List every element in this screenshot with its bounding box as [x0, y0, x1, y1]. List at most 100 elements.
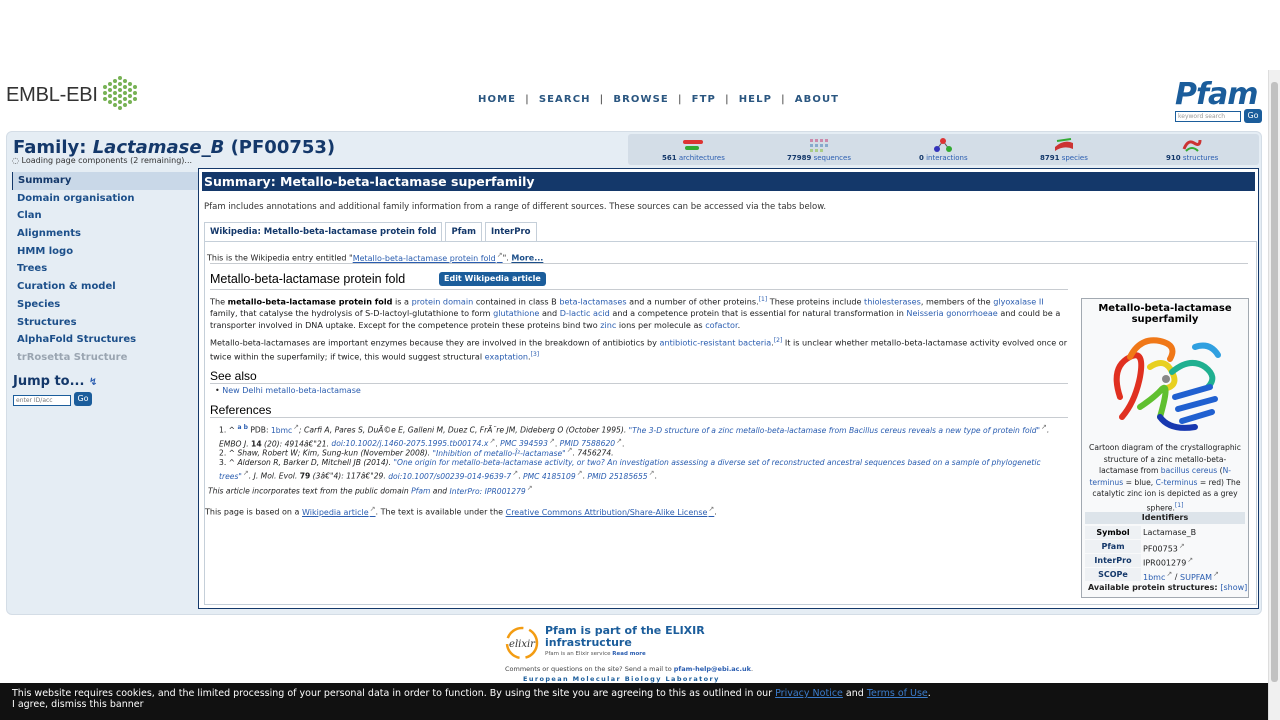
text: Comments or questions on the site? Send …: [505, 665, 674, 673]
jump-to-go-button[interactable]: Go: [74, 392, 92, 406]
link-exaptation[interactable]: exaptation: [485, 352, 528, 362]
tab-pfam[interactable]: Pfam: [445, 222, 482, 241]
identifiers-heading: Identifiers: [1085, 512, 1245, 524]
sidebar-item-alphafold-structures[interactable]: AlphaFold Structures: [12, 331, 198, 349]
infobox-row-pfam: Pfam PF00753: [1085, 540, 1245, 554]
nav-home[interactable]: HOME: [478, 94, 516, 105]
link-zinc[interactable]: zinc: [600, 320, 616, 330]
cookie-text: This website requires cookies, and the l…: [12, 688, 1256, 699]
ref-title-link[interactable]: "The 3-D structure of a zinc metallo-bet…: [629, 426, 1047, 435]
link-interpro[interactable]: InterPro: IPR001279: [450, 487, 533, 496]
elixir-logo[interactable]: elixir: [505, 626, 541, 660]
link-d-lactic-acid[interactable]: D-lactic acid: [560, 308, 610, 318]
privacy-notice-link[interactable]: Privacy Notice: [775, 688, 843, 699]
link-cofactor[interactable]: cofactor: [705, 320, 737, 330]
nav-ftp[interactable]: FTP: [692, 94, 716, 105]
link-glutathione[interactable]: glutathione: [493, 308, 539, 318]
nav-search[interactable]: SEARCH: [539, 94, 591, 105]
loading-status: ◌ Loading page components (2 remaining).…: [12, 156, 192, 165]
jump-to-input[interactable]: enter ID/acc: [13, 395, 71, 406]
wiki-entry-line: This is the Wikipedia entry entitled "Me…: [207, 251, 543, 263]
more-link[interactable]: More...: [511, 254, 543, 263]
stat-label: species: [1061, 154, 1088, 162]
link-antibiotic-resistant-bacteria[interactable]: antibiotic-resistant bacteria: [660, 338, 772, 348]
stat-sequences[interactable]: 77989 sequences: [787, 137, 851, 162]
summary-panel: Summary: Metallo-beta-lactamase superfam…: [198, 168, 1259, 609]
supfam-link[interactable]: SUPFAM: [1180, 573, 1219, 582]
sidebar-item-domain-organisation[interactable]: Domain organisation: [12, 190, 198, 208]
ref-pdb-link[interactable]: 1bmc: [271, 426, 299, 435]
terms-of-use-link[interactable]: Terms of Use: [867, 688, 928, 699]
sidebar-item-summary[interactable]: Summary: [12, 172, 198, 190]
nav-about[interactable]: ABOUT: [795, 94, 839, 105]
nav-separator: |: [677, 94, 683, 105]
pfam-logo[interactable]: Pfam: [1175, 77, 1259, 112]
tab-interpro[interactable]: InterPro: [485, 222, 537, 241]
link-neisseria[interactable]: Neisseria gonorrhoeae: [906, 308, 997, 318]
edit-wikipedia-button[interactable]: Edit Wikipedia article: [439, 272, 546, 286]
scope-link[interactable]: 1bmc: [1143, 573, 1172, 582]
stat-species[interactable]: 8791 species: [1040, 137, 1088, 162]
link-wikipedia-article[interactable]: Wikipedia article: [302, 508, 376, 517]
link-pfam[interactable]: Pfam: [411, 487, 430, 496]
protein-structure-image[interactable]: [1100, 327, 1230, 439]
panel-heading: Summary: Metallo-beta-lactamase superfam…: [202, 172, 1255, 191]
ref-doi-link[interactable]: doi:10.1007/s00239-014-9639-7: [388, 472, 518, 481]
link-c-terminus[interactable]: C-terminus: [1156, 478, 1198, 487]
title-prefix: Family:: [13, 137, 87, 158]
row-key[interactable]: Pfam: [1085, 540, 1141, 553]
embl-ebi-logo[interactable]: EMBL-EBI: [6, 75, 139, 115]
keyword-search-input[interactable]: keyword search: [1175, 111, 1241, 122]
link-cc-license[interactable]: Creative Commons Attribution/Share-Alike…: [506, 508, 715, 517]
link-glyoxalase[interactable]: glyoxalase II: [993, 297, 1043, 307]
infobox-caption: Cartoon diagram of the crystallographic …: [1086, 442, 1244, 514]
link-thiolesterases[interactable]: thiolesterases: [864, 297, 921, 307]
ref-authors: ; Carfi A, Pares S, DuÃ©e E, Galleni M, …: [299, 425, 629, 435]
scrollbar-thumb[interactable]: [1271, 82, 1278, 682]
nav-separator: |: [525, 94, 530, 105]
sidebar-item-trees[interactable]: Trees: [12, 260, 198, 278]
ref-backlinks[interactable]: a b: [237, 424, 247, 431]
citation[interactable]: [3]: [531, 351, 540, 358]
ref-pmc-link[interactable]: PMC 4185109: [523, 472, 583, 481]
wiki-entry-link[interactable]: Metallo-beta-lactamase protein fold: [353, 254, 503, 263]
nav-help[interactable]: HELP: [739, 94, 772, 105]
row-key[interactable]: InterPro: [1085, 554, 1141, 567]
link-protein-domain[interactable]: protein domain: [412, 297, 474, 307]
stat-count: 910: [1166, 154, 1181, 162]
page-scrollbar[interactable]: [1268, 70, 1280, 720]
ref-caret[interactable]: ^: [229, 426, 235, 435]
show-structures-toggle[interactable]: [show]: [1220, 583, 1247, 592]
citation[interactable]: [1]: [759, 296, 768, 303]
sidebar-item-species[interactable]: Species: [12, 296, 198, 314]
citation[interactable]: [1]: [1175, 502, 1184, 509]
footer-elixir-note: Pfam is an Elixir service Read more: [545, 651, 646, 657]
help-email-link[interactable]: pfam-help@ebi.ac.uk: [674, 665, 751, 673]
stat-count: 561: [662, 154, 677, 162]
link-beta-lactamases[interactable]: beta-lactamases: [559, 297, 626, 307]
ref-caret[interactable]: ^: [229, 458, 235, 467]
nav-browse[interactable]: BROWSE: [613, 94, 669, 105]
text: . The text is available under the: [375, 507, 506, 517]
sidebar-item-clan[interactable]: Clan: [12, 207, 198, 225]
wiki-entry-suffix: ".: [502, 253, 509, 263]
species-icon: [1054, 138, 1073, 151]
nav-separator: |: [724, 94, 730, 105]
stat-architectures[interactable]: 561 architectures: [662, 137, 725, 162]
ref-pmid-link[interactable]: PMID 25185655: [587, 472, 654, 481]
stat-structures[interactable]: 910 structures: [1166, 137, 1218, 162]
sidebar-item-curation-model[interactable]: Curation & model: [12, 278, 198, 296]
stat-interactions[interactable]: 0 interactions: [919, 137, 968, 162]
read-more-link[interactable]: Read more: [612, 651, 645, 657]
link-new-delhi[interactable]: New Delhi metallo-beta-lactamase: [222, 386, 361, 395]
help-icon[interactable]: ↯: [89, 377, 97, 388]
link-bacillus-cereus[interactable]: bacillus cereus: [1161, 466, 1217, 475]
tab-wikipedia[interactable]: Wikipedia: Metallo-beta-lactamase protei…: [204, 222, 443, 241]
text: This website requires cookies, and the l…: [12, 688, 776, 699]
sidebar-item-hmm-logo[interactable]: HMM logo: [12, 243, 198, 261]
sidebar-item-structures[interactable]: Structures: [12, 314, 198, 332]
sidebar-item-alignments[interactable]: Alignments: [12, 225, 198, 243]
row-key[interactable]: SCOPe: [1085, 568, 1141, 581]
dismiss-cookie-banner[interactable]: I agree, dismiss this banner: [12, 699, 1256, 710]
keyword-search-go-button[interactable]: Go: [1244, 109, 1262, 123]
